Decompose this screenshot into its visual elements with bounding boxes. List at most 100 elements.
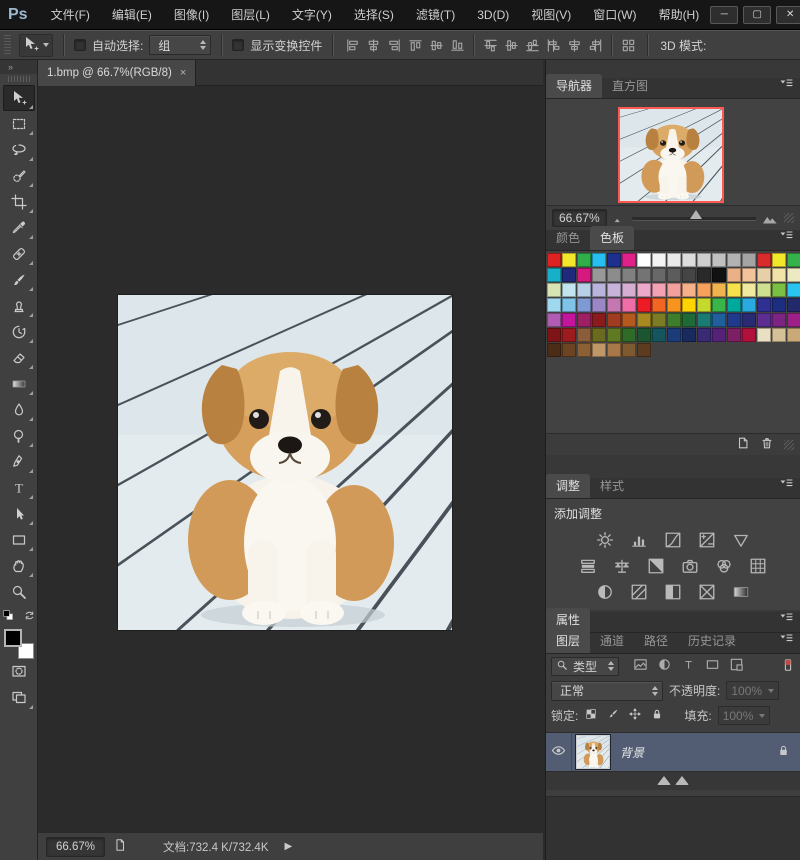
color-swatch[interactable] (697, 283, 711, 297)
blur-tool[interactable] (3, 397, 35, 423)
color-swatch[interactable] (712, 253, 726, 267)
close-document-icon[interactable]: × (180, 67, 186, 79)
color-swatch[interactable] (622, 328, 636, 342)
color-swatch[interactable] (607, 343, 621, 357)
color-swatch[interactable] (757, 328, 771, 342)
color-swatch[interactable] (637, 253, 651, 267)
color-swatch[interactable] (562, 328, 576, 342)
channel-mixer-adjustment-icon[interactable] (712, 556, 736, 576)
color-swatch[interactable] (757, 298, 771, 312)
color-swatch[interactable] (787, 328, 800, 342)
color-swatch[interactable] (637, 268, 651, 282)
dist-bottom-icon[interactable] (523, 36, 541, 54)
shape-filter-icon[interactable] (705, 657, 720, 675)
color-swatch[interactable] (772, 268, 786, 282)
color-swatch[interactable] (562, 343, 576, 357)
exposure-adjustment-icon[interactable] (695, 530, 719, 550)
color-swatch[interactable] (637, 328, 651, 342)
color-swatch[interactable] (682, 328, 696, 342)
color-swatch[interactable] (622, 268, 636, 282)
color-swatch[interactable] (637, 313, 651, 327)
color-swatch[interactable] (547, 298, 561, 312)
color-swatch[interactable] (622, 253, 636, 267)
menu-item[interactable]: 帮助(H) (648, 6, 711, 23)
menu-item[interactable]: 窗口(W) (582, 6, 647, 23)
canvas-area[interactable] (38, 86, 543, 832)
color-swatch[interactable] (577, 343, 591, 357)
panel-drag-handles[interactable] (546, 772, 800, 785)
dodge-tool[interactable] (3, 423, 35, 449)
color-swatch[interactable] (577, 268, 591, 282)
filter-toggle-icon[interactable] (781, 658, 795, 675)
rectangle-tool[interactable] (3, 527, 35, 553)
layers-tab[interactable]: 图层 (546, 629, 591, 653)
color-swatch[interactable] (607, 253, 621, 267)
color-swatch[interactable] (562, 253, 576, 267)
hue-saturation-adjustment-icon[interactable] (576, 556, 600, 576)
hand-tool[interactable] (3, 553, 35, 579)
color-swatch[interactable] (682, 283, 696, 297)
type-tool[interactable]: T (3, 475, 35, 501)
color-swatch[interactable] (712, 328, 726, 342)
color-swatch[interactable] (727, 313, 741, 327)
color-swatch[interactable] (622, 298, 636, 312)
align-right-icon[interactable] (385, 36, 403, 54)
color-swatch[interactable] (772, 313, 786, 327)
color-swatch[interactable] (637, 283, 651, 297)
color-swatch[interactable] (742, 328, 756, 342)
menu-item[interactable]: 图层(L) (220, 6, 281, 23)
menu-item[interactable]: 视图(V) (520, 6, 582, 23)
panel-menu-icon[interactable] (772, 72, 800, 98)
menu-item[interactable]: 3D(D) (466, 8, 520, 22)
smartobject-filter-icon[interactable] (729, 657, 744, 675)
screen-mode-button[interactable] (3, 685, 35, 711)
color-swatch[interactable] (607, 283, 621, 297)
color-swatch[interactable] (577, 328, 591, 342)
align-bottom-icon[interactable] (448, 36, 466, 54)
color-swatch[interactable] (727, 253, 741, 267)
color-swatch[interactable] (712, 298, 726, 312)
color-swatch[interactable] (667, 313, 681, 327)
lock-all-icon[interactable] (650, 707, 664, 724)
color-swatch[interactable] (547, 253, 561, 267)
brightness-contrast-adjustment-icon[interactable] (593, 530, 617, 550)
dist-v-center-icon[interactable] (502, 36, 520, 54)
trash-icon[interactable] (760, 436, 774, 453)
color-swatch[interactable] (622, 343, 636, 357)
color-swatch[interactable] (787, 283, 800, 297)
move-tool[interactable] (2, 85, 35, 111)
color-swatch[interactable] (607, 313, 621, 327)
zoom-out-icon[interactable] (613, 212, 626, 225)
color-swatch[interactable] (697, 313, 711, 327)
minimize-button[interactable]: ─ (710, 5, 739, 24)
color-lookup-adjustment-icon[interactable] (746, 556, 770, 576)
brush-tool[interactable] (3, 267, 35, 293)
navigator-zoom-field[interactable]: 66.67% (552, 209, 607, 227)
color-swatch[interactable] (562, 268, 576, 282)
color-swatch[interactable] (727, 298, 741, 312)
color-tab[interactable]: 颜色 (546, 226, 590, 250)
auto-select-dropdown[interactable]: 组 (149, 35, 212, 55)
color-swatch[interactable] (772, 298, 786, 312)
new-swatch-icon[interactable] (736, 436, 750, 453)
color-swatch[interactable] (697, 253, 711, 267)
navigator-tab[interactable]: 直方图 (602, 74, 658, 98)
color-swatch[interactable] (772, 253, 786, 267)
color-swatch[interactable] (592, 313, 606, 327)
dist-top-icon[interactable] (481, 36, 499, 54)
show-transform-checkbox[interactable] (232, 39, 245, 51)
align-top-icon[interactable] (406, 36, 424, 54)
eyedropper-tool[interactable] (3, 215, 35, 241)
color-swatch[interactable] (592, 343, 606, 357)
default-colors-icon[interactable] (2, 609, 15, 625)
toolbar-grip[interactable] (7, 76, 30, 82)
panel-menu-icon[interactable] (772, 224, 800, 250)
options-grip[interactable] (4, 35, 11, 55)
menu-item[interactable]: 文件(F) (40, 6, 101, 23)
color-swatch[interactable] (577, 283, 591, 297)
lasso-tool[interactable] (3, 137, 35, 163)
color-swatch[interactable] (697, 268, 711, 282)
color-swatch[interactable] (592, 298, 606, 312)
panel-menu-icon[interactable] (772, 627, 800, 653)
color-swatch[interactable] (562, 313, 576, 327)
